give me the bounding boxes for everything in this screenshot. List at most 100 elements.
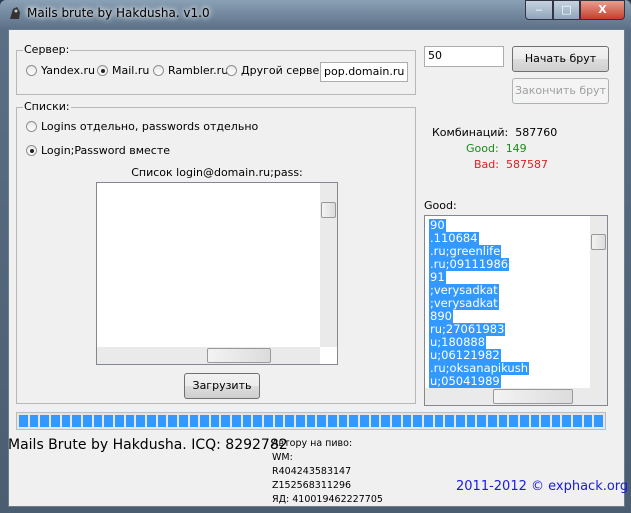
progress-segment: [519, 415, 529, 427]
start-brute-button[interactable]: Начать брут: [512, 46, 609, 72]
progress-segment: [29, 415, 39, 427]
radio-label: Login;Password вместе: [41, 144, 171, 157]
scroll-thumb[interactable]: [321, 202, 336, 218]
textarea-label: Список login@domain.ru;pass:: [131, 166, 303, 179]
horizontal-scrollbar[interactable]: [425, 388, 607, 405]
progress-segment: [360, 415, 369, 427]
radio-label: Mail.ru: [112, 64, 150, 77]
scroll-thumb[interactable]: [591, 234, 606, 250]
vertical-scrollbar[interactable]: [590, 216, 607, 388]
combinations-value: 587760: [515, 126, 558, 139]
progress-segment: [114, 415, 124, 427]
bad-value: 587587: [505, 158, 548, 171]
progress-segment: [349, 415, 358, 427]
radio-circle[interactable]: [226, 65, 237, 76]
progress-segment: [168, 415, 177, 427]
yandex-money-purse: ЯД: 410019462227705: [272, 494, 383, 505]
radio-label: Другой сервер:: [241, 64, 330, 77]
copyright-link[interactable]: 2011-2012 © exphack.org: [456, 479, 628, 494]
good-label: Good:: [466, 142, 499, 155]
progress-segment: [413, 415, 422, 427]
stop-brute-button[interactable]: Закончить брут: [512, 78, 609, 104]
minimize-button[interactable]: ‒: [525, 0, 553, 20]
combinations-stat: Комбинаций: 587760: [432, 126, 557, 139]
progress-segment: [210, 415, 220, 427]
progress-segment: [189, 415, 199, 427]
radio-custom-server[interactable]: Другой сервер:: [226, 64, 330, 77]
maximize-button[interactable]: □: [553, 0, 580, 20]
close-button[interactable]: X: [580, 0, 625, 20]
progress-segment: [317, 415, 327, 427]
progress-segment: [423, 415, 433, 427]
progress-segment: [391, 415, 401, 427]
horizontal-scrollbar[interactable]: [97, 347, 320, 364]
radio-circle[interactable]: [26, 65, 37, 76]
progress-bar: [16, 412, 606, 430]
progress-segment: [61, 415, 71, 427]
progress-segment: [455, 415, 465, 427]
progress-segment: [562, 415, 572, 427]
progress-segment: [82, 415, 92, 427]
radio-mail[interactable]: Mail.ru: [97, 64, 149, 77]
scroll-thumb[interactable]: [207, 348, 271, 363]
progress-segment: [157, 415, 167, 427]
lists-legend: Списки:: [23, 100, 71, 113]
app-logo-icon: [10, 7, 20, 19]
window-title: Mails brute by Hakdusha. v1.0: [27, 6, 210, 20]
radio-circle[interactable]: [97, 65, 108, 76]
vertical-scrollbar[interactable]: [320, 183, 337, 347]
progress-segment: [242, 415, 252, 427]
bad-stat: Bad: 587587: [474, 158, 548, 171]
progress-segment: [93, 415, 103, 427]
progress-segment: [136, 415, 145, 427]
radio-rambler[interactable]: Rambler.ru: [153, 64, 228, 77]
radio-label: Rambler.ru: [168, 64, 229, 77]
scroll-thumb[interactable]: [493, 389, 573, 404]
progress-segment: [466, 415, 476, 427]
progress-segment: [125, 415, 135, 427]
good-list-item[interactable]: u;05041989: [429, 375, 501, 388]
combo-list-textarea[interactable]: [96, 182, 338, 365]
progress-segment: [200, 415, 209, 427]
progress-segment: [509, 415, 518, 427]
server-legend: Сервер:: [23, 43, 71, 56]
progress-segment: [253, 415, 263, 427]
progress-segment: [338, 415, 348, 427]
wmz-purse: Z152568311296: [272, 480, 352, 491]
credit-text: Mails Brute by Hakdusha. ICQ: 8292782: [8, 437, 288, 453]
progress-segment: [50, 415, 60, 427]
custom-server-input[interactable]: pop.domain.ru: [320, 62, 408, 82]
bad-label: Bad:: [474, 158, 499, 171]
progress-segment: [72, 415, 81, 427]
good-list[interactable]: 90.110684 .ru;greenlife .ru;09111986 91 ;ver…: [424, 215, 608, 406]
radio-yandex[interactable]: Yandex.ru: [26, 64, 95, 77]
wm-label: WM:: [272, 452, 293, 463]
progress-segment: [104, 415, 113, 427]
donate-title: Автору на пиво:: [272, 438, 353, 449]
load-button[interactable]: Загрузить: [184, 373, 260, 399]
progress-segment: [296, 415, 305, 427]
progress-segment: [274, 415, 284, 427]
radio-combined-list[interactable]: Login;Password вместе: [26, 144, 170, 157]
radio-circle[interactable]: [26, 145, 37, 156]
good-stat: Good: 149: [466, 142, 527, 155]
radio-separate-lists[interactable]: Logins отдельно, passwords отдельно: [26, 120, 258, 133]
progress-segment: [573, 415, 582, 427]
radio-circle[interactable]: [26, 121, 37, 132]
radio-circle[interactable]: [153, 65, 164, 76]
progress-segment: [19, 415, 28, 427]
progress-segment: [306, 415, 316, 427]
progress-segment: [285, 415, 295, 427]
progress-segment: [40, 415, 49, 427]
wmr-purse: R404243583147: [272, 466, 352, 477]
progress-segment: [328, 415, 337, 427]
radio-label: Yandex.ru: [41, 64, 95, 77]
progress-segment: [583, 415, 593, 427]
progress-segment: [178, 415, 188, 427]
progress-segment: [594, 415, 604, 427]
radio-label: Logins отдельно, passwords отдельно: [41, 120, 259, 133]
progress-segment: [477, 415, 486, 427]
progress-segment: [381, 415, 390, 427]
threads-input[interactable]: 50: [424, 46, 504, 67]
progress-segment: [487, 415, 497, 427]
